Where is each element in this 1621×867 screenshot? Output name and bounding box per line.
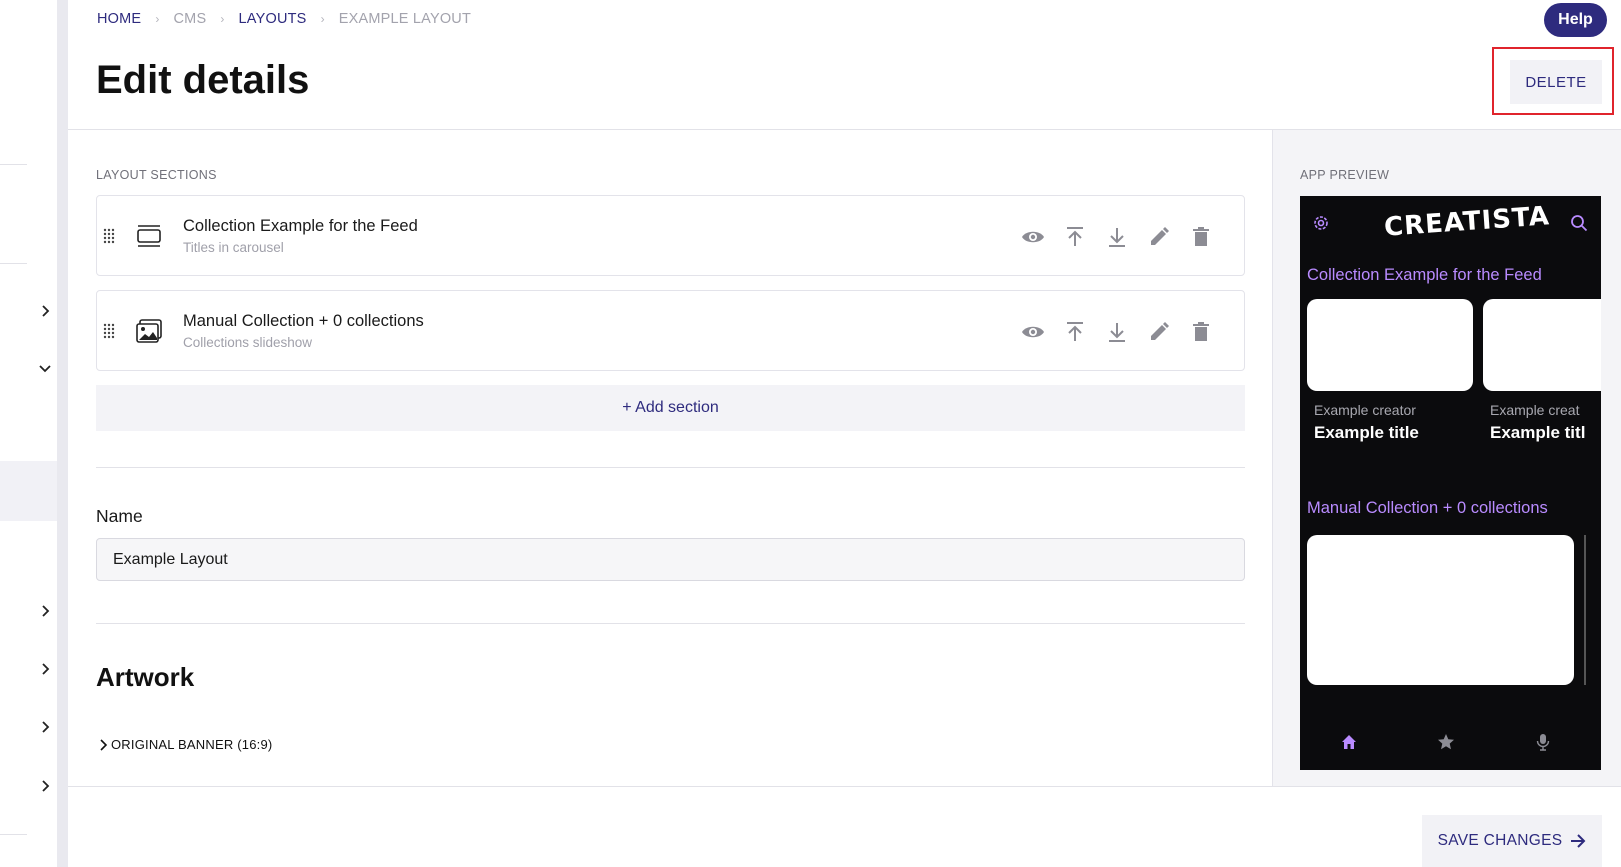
sidebar-divider (0, 263, 27, 264)
trash-icon[interactable] (1189, 320, 1213, 344)
app-logo: CREATISTA (1383, 201, 1551, 243)
section-title: Collection Example for the Feed (183, 217, 418, 235)
add-section-button[interactable]: + Add section (96, 385, 1245, 431)
breadcrumb-home[interactable]: HOME (97, 11, 141, 27)
chevron-right-icon[interactable] (38, 779, 52, 793)
phone-preview: CREATISTA Collection Example for the Fee… (1300, 196, 1601, 770)
preview-card-title: Example titl (1490, 423, 1586, 442)
chevron-right-icon[interactable] (38, 720, 52, 734)
image-icon (136, 319, 162, 343)
name-input[interactable] (96, 538, 1245, 581)
preview-card-image (1483, 299, 1601, 391)
breadcrumb-current: EXAMPLE LAYOUT (338, 11, 472, 27)
chevron-right-icon: › (155, 12, 160, 26)
eye-icon[interactable] (1021, 320, 1045, 344)
artwork-heading: Artwork (96, 662, 195, 692)
preview-section-title: Collection Example for the Feed (1307, 266, 1542, 284)
chevron-right-icon[interactable] (38, 604, 52, 618)
microphone-icon (1536, 734, 1550, 751)
preview-card-image (1307, 299, 1473, 391)
chevron-right-icon (100, 738, 108, 751)
sidebar-divider (0, 164, 27, 165)
sidebar (0, 0, 57, 867)
download-icon[interactable] (1105, 320, 1129, 344)
original-banner-toggle[interactable]: ORIGINAL BANNER (16:9) (98, 737, 272, 752)
app-preview-label: APP PREVIEW (1300, 168, 1390, 182)
home-icon (1342, 735, 1356, 749)
preview-section-title: Manual Collection + 0 collections (1307, 499, 1548, 517)
drag-handle-icon[interactable] (103, 228, 115, 244)
chevron-right-icon[interactable] (38, 662, 52, 676)
page-title: Edit details (96, 58, 310, 102)
eye-icon[interactable] (1021, 225, 1045, 249)
name-label: Name (96, 506, 143, 526)
save-changes-button[interactable]: SAVE CHANGES (1422, 815, 1602, 867)
breadcrumb: HOME › CMS › LAYOUTS › EXAMPLE LAYOUT (97, 11, 471, 27)
layout-sections-label: LAYOUT SECTIONS (96, 168, 217, 182)
section-subtitle: Titles in carousel (183, 240, 284, 255)
pencil-icon[interactable] (1147, 225, 1171, 249)
pencil-icon[interactable] (1147, 320, 1171, 344)
carousel-icon (137, 225, 161, 247)
gear-icon (1314, 216, 1328, 230)
star-icon (1438, 734, 1454, 750)
preview-card-creator: Example creat (1490, 402, 1580, 418)
layout-section-card: Manual Collection + 0 collections Collec… (96, 290, 1245, 371)
original-banner-label: ORIGINAL BANNER (16:9) (111, 737, 273, 752)
arrow-right-icon (1571, 834, 1586, 848)
chevron-right-icon: › (220, 12, 225, 26)
preview-card-title: Example title (1314, 423, 1419, 442)
chevron-right-icon[interactable] (38, 304, 52, 318)
divider (96, 467, 1245, 468)
move-to-top-icon[interactable] (1063, 225, 1087, 249)
preview-card-creator: Example creator (1314, 402, 1416, 418)
section-title: Manual Collection + 0 collections (183, 312, 424, 330)
preview-slideshow-edge (1584, 535, 1586, 685)
search-icon (1571, 215, 1588, 232)
breadcrumb-layouts[interactable]: LAYOUTS (239, 11, 307, 27)
trash-icon[interactable] (1189, 225, 1213, 249)
chevron-down-icon[interactable] (38, 361, 52, 375)
footer-divider (68, 786, 1621, 787)
move-to-top-icon[interactable] (1063, 320, 1087, 344)
download-icon[interactable] (1105, 225, 1129, 249)
save-changes-label: SAVE CHANGES (1437, 832, 1563, 849)
preview-slideshow-image (1307, 535, 1574, 685)
sidebar-divider (0, 834, 27, 835)
drag-handle-icon[interactable] (103, 323, 115, 339)
section-subtitle: Collections slideshow (183, 335, 313, 350)
layout-section-card: Collection Example for the Feed Titles i… (96, 195, 1245, 276)
sidebar-scrollbar[interactable] (57, 0, 68, 867)
help-button[interactable]: Help (1544, 3, 1607, 37)
chevron-right-icon: › (320, 12, 325, 26)
cms-page: HOME › CMS › LAYOUTS › EXAMPLE LAYOUT He… (0, 0, 1621, 867)
breadcrumb-cms: CMS (173, 11, 207, 27)
sidebar-item-selected[interactable] (0, 461, 57, 521)
delete-button[interactable]: DELETE (1510, 60, 1602, 104)
divider (96, 623, 1245, 624)
